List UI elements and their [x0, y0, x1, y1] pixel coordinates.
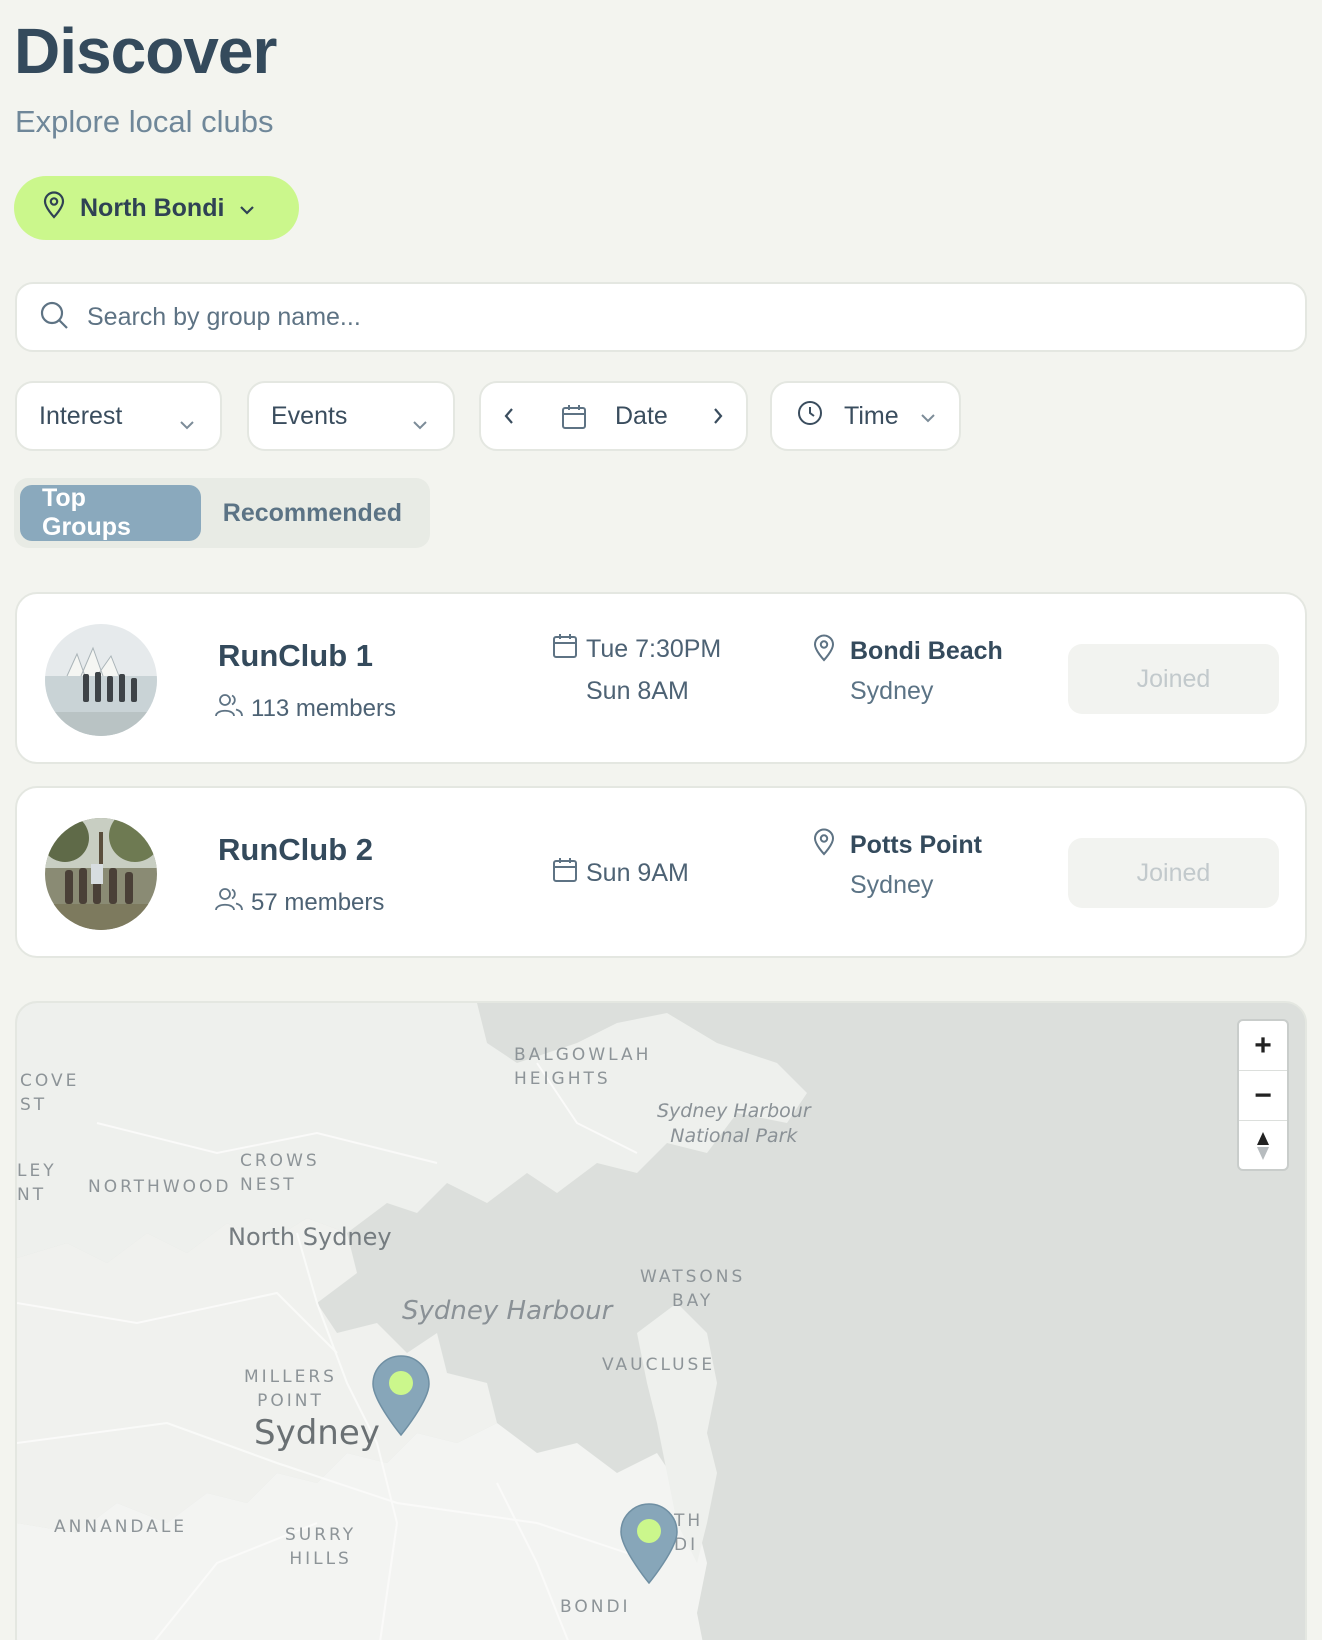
- users-icon: [215, 692, 243, 725]
- map-label-surry-hills: SURRY HILLS: [285, 1525, 357, 1569]
- map-label-ley: LEY NT: [17, 1161, 57, 1205]
- events-filter-label: Events: [271, 401, 348, 430]
- tab-recommended[interactable]: Recommended: [201, 485, 424, 541]
- location-place: Bondi Beach: [850, 637, 1003, 665]
- club-avatar: [45, 818, 157, 930]
- zoom-in-button[interactable]: +: [1239, 1021, 1287, 1071]
- search-bar: [15, 282, 1307, 352]
- calendar-icon: [561, 403, 587, 438]
- map-pin-icon: [812, 828, 836, 863]
- location-city: Sydney: [850, 871, 934, 899]
- zoom-out-button[interactable]: −: [1239, 1071, 1287, 1121]
- club-map-marker[interactable]: [371, 1355, 431, 1442]
- map-label-watsons-bay: WATSONS BAY: [640, 1267, 746, 1311]
- joined-button[interactable]: Joined: [1068, 838, 1279, 908]
- members-count: 57 members: [251, 888, 385, 916]
- search-input[interactable]: [87, 302, 1305, 332]
- group-tabs: Top Groups Recommended: [14, 478, 430, 548]
- map-label-balgowlah: BALGOWLAH HEIGHTS: [514, 1045, 652, 1089]
- map-label-sydney-harbour: Sydney Harbour: [402, 1296, 613, 1326]
- club-avatar: [45, 624, 157, 736]
- club-name: RunClub 1: [218, 638, 373, 673]
- club-name: RunClub 2: [218, 832, 373, 867]
- page-subtitle: Explore local clubs: [15, 104, 274, 139]
- clock-icon: [796, 399, 824, 434]
- map-label-north-sydney: North Sydney: [228, 1223, 392, 1251]
- club-card[interactable]: RunClub 2 57 members Sun 9AM Potts Point…: [15, 786, 1307, 958]
- club-members: 113 members: [215, 692, 396, 725]
- schedule-time: Sun 9AM: [586, 858, 689, 887]
- chevron-down-icon: [238, 194, 256, 223]
- time-filter-label: Time: [844, 401, 899, 430]
- map-label-millers-point: MILLERS POINT: [244, 1367, 337, 1411]
- club-members: 57 members: [215, 886, 384, 919]
- date-filter: Date: [479, 381, 748, 451]
- club-map-marker[interactable]: [619, 1503, 679, 1590]
- map-label-annandale: ANNANDALE: [54, 1517, 188, 1537]
- map-label-bondi: BONDI: [560, 1597, 631, 1617]
- time-filter[interactable]: Time: [770, 381, 961, 451]
- map-label-northwood: NORTHWOOD: [88, 1177, 232, 1197]
- map-label-harbour-np: Sydney Harbour National Park: [657, 1100, 811, 1147]
- page-title: Discover: [14, 15, 277, 87]
- club-schedule: Sun 9AM: [552, 852, 689, 894]
- joined-button[interactable]: Joined: [1068, 644, 1279, 714]
- interest-filter-label: Interest: [39, 401, 123, 430]
- club-location: Bondi Beach Sydney: [812, 634, 1003, 706]
- interest-filter[interactable]: Interest: [15, 381, 222, 451]
- schedule-time: Sun 8AM: [586, 676, 689, 705]
- calendar-icon: [552, 632, 578, 667]
- club-location: Potts Point Sydney: [812, 828, 982, 900]
- chevron-down-icon: [178, 409, 196, 438]
- compass-icon[interactable]: [1239, 1121, 1287, 1171]
- map-label-vaucluse: VAUCLUSE: [602, 1355, 716, 1375]
- club-schedule: Tue 7:30PM Sun 8AM: [552, 628, 721, 712]
- next-date-button[interactable]: [710, 405, 726, 434]
- date-filter-label[interactable]: Date: [615, 402, 668, 431]
- chevron-down-icon: [919, 402, 937, 431]
- chevron-down-icon: [411, 409, 429, 438]
- members-count: 113 members: [251, 694, 396, 722]
- map-zoom-controls: + −: [1237, 1019, 1289, 1171]
- events-filter[interactable]: Events: [247, 381, 455, 451]
- schedule-time: Tue 7:30PM: [586, 634, 722, 663]
- club-card[interactable]: RunClub 1 113 members Tue 7:30PM Sun 8AM…: [15, 592, 1307, 764]
- club-map[interactable]: BALGOWLAH HEIGHTS COVE ST LEY NT NORTHWO…: [15, 1001, 1307, 1640]
- location-city: Sydney: [850, 677, 934, 705]
- tab-top-groups[interactable]: Top Groups: [20, 484, 201, 541]
- map-pin-icon: [812, 634, 836, 669]
- calendar-icon: [552, 856, 578, 891]
- location-place: Potts Point: [850, 831, 982, 859]
- location-label: North Bondi: [80, 193, 225, 222]
- map-pin-icon: [42, 190, 66, 226]
- search-icon: [39, 300, 69, 335]
- prev-date-button[interactable]: [501, 405, 517, 434]
- users-icon: [215, 886, 243, 919]
- map-label-crows-nest: CROWS NEST: [240, 1151, 320, 1195]
- map-label-cove: COVE ST: [20, 1071, 80, 1115]
- map-label-sydney: Sydney: [254, 1413, 380, 1453]
- location-selector[interactable]: North Bondi: [14, 176, 299, 240]
